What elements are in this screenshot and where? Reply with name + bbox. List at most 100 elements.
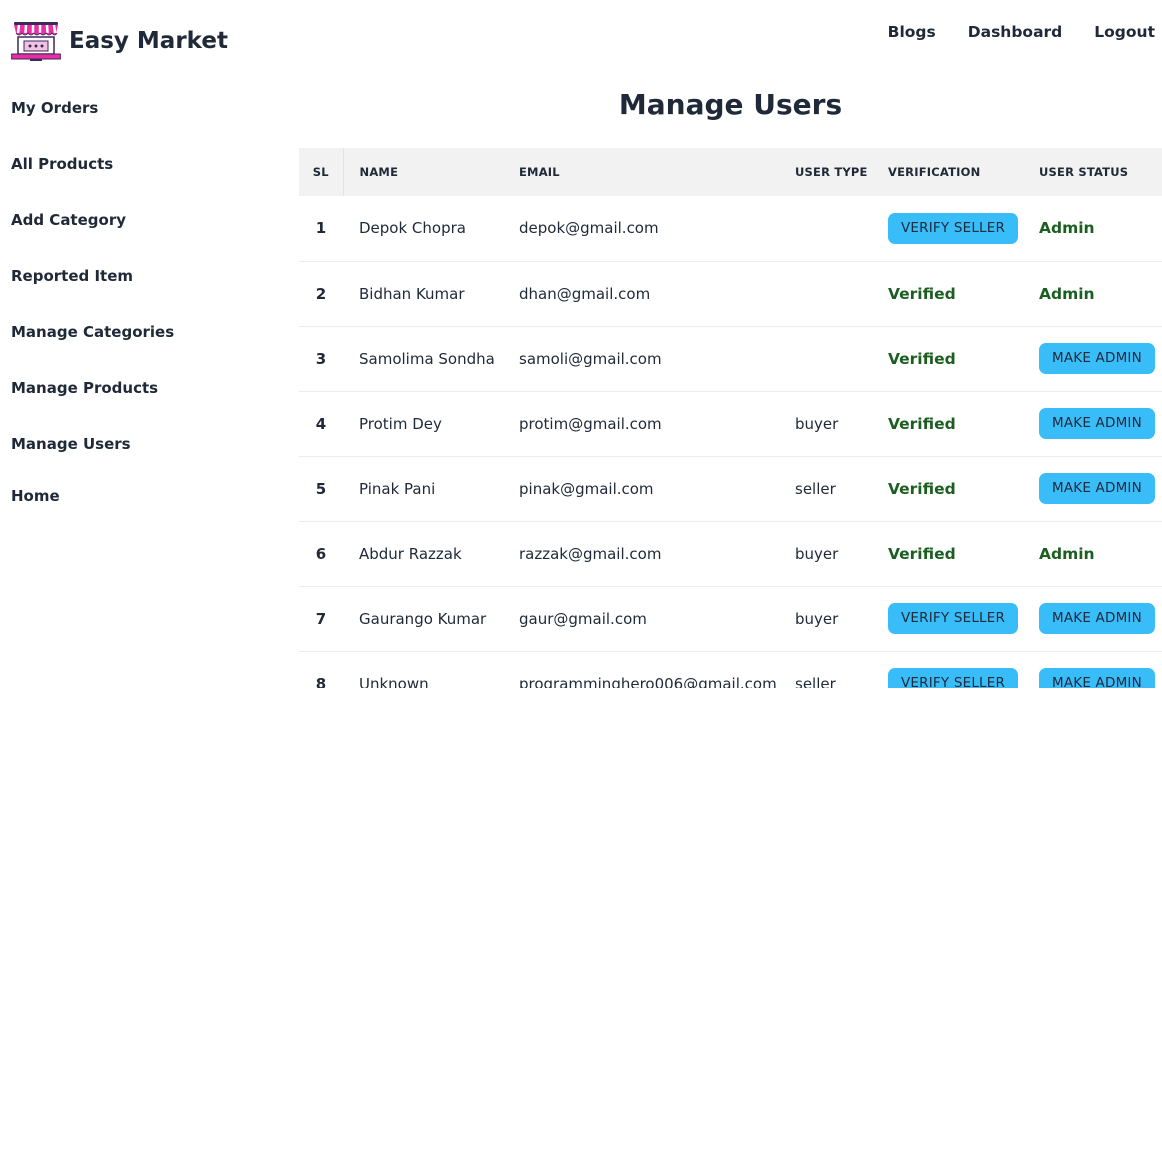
admin-badge: Admin [1039,284,1095,303]
user-name: Abdur Razzak [359,544,462,563]
cell-email: gaur@gmail.com [519,586,795,652]
cell-user-status: MAKE ADMIN [1039,456,1162,522]
sidebar-item-add-category[interactable]: Add Category [11,210,281,266]
row-number: 2 [315,284,327,303]
nav-logout-link[interactable]: Logout [1094,23,1155,41]
verify-seller-button[interactable]: VERIFY SELLER [888,212,1019,244]
sidebar-item-manage-categories[interactable]: Manage Categories [11,322,281,378]
make-admin-button[interactable]: MAKE ADMIN [1039,603,1155,634]
top-nav: Blogs Dashboard Logout [888,23,1155,41]
verified-badge: Verified [888,284,956,303]
cell-user-status: MAKE ADMIN [1039,326,1162,392]
user-email: programminghero006@gmail.com [519,674,777,689]
nav-blogs-link[interactable]: Blogs [888,23,936,41]
table-row: 5 Pinak Pani pinak@gmail.com seller Verified… [299,456,1162,522]
cell-email: programminghero006@gmail.com [519,651,795,688]
cell-name: Bidhan Kumar [343,261,519,327]
brand[interactable]: Easy Market [11,20,228,62]
cell-verification: Verified [888,521,1039,587]
sidebar-item-my-orders[interactable]: My Orders [11,98,281,154]
cell-verification: VERIFY SELLER [888,586,1039,652]
sidebar-item-manage-products[interactable]: Manage Products [11,378,281,434]
column-header-name: NAME [343,148,519,196]
cell-sl: 5 [299,456,343,522]
cell-name: Protim Dey [343,391,519,457]
cell-sl: 3 [299,326,343,392]
cell-email: depok@gmail.com [519,196,795,262]
verified-badge: Verified [888,544,956,563]
cell-sl: 4 [299,391,343,457]
user-type: seller [795,479,836,498]
market-stall-icon [11,22,61,61]
user-email: depok@gmail.com [519,219,659,238]
cell-name: Abdur Razzak [343,521,519,587]
admin-badge: Admin [1039,544,1095,563]
table-body: 1 Depok Chopra depok@gmail.com VERIFY SELLE… [299,196,1162,688]
cell-verification: VERIFY SELLER [888,651,1039,688]
row-number: 4 [315,414,327,433]
sidebar-item-reported-item[interactable]: Reported Item [11,266,281,322]
cell-name: Depok Chopra [343,196,519,262]
cell-user-status: Admin [1039,261,1162,327]
make-admin-button[interactable]: MAKE ADMIN [1039,408,1155,439]
make-admin-button[interactable]: MAKE ADMIN [1039,668,1155,688]
cell-user-type: buyer [795,586,888,652]
user-name: Pinak Pani [359,479,436,498]
cell-verification: Verified [888,326,1039,392]
cell-user-type [795,326,888,392]
cell-user-type [795,196,888,262]
cell-name: Samolima Sondha [343,326,519,392]
cell-user-status: MAKE ADMIN [1039,391,1162,457]
column-header-sl: SL [299,148,344,196]
nav-dashboard-link[interactable]: Dashboard [968,23,1063,41]
user-type: buyer [795,414,839,433]
verify-seller-button[interactable]: VERIFY SELLER [888,668,1019,688]
table-row: 3 Samolima Sondha samoli@gmail.com Verified… [299,326,1162,392]
verified-badge: Verified [888,349,956,368]
user-email: pinak@gmail.com [519,479,654,498]
cell-user-type: buyer [795,521,888,587]
cell-user-type: buyer [795,391,888,457]
cell-user-status: MAKE ADMIN [1039,651,1162,688]
sidebar-item-manage-users[interactable]: Manage Users [11,434,281,486]
sidebar: My Orders All Products Add Category Repo… [11,98,281,506]
sidebar-item-home[interactable]: Home [11,486,281,506]
cell-email: protim@gmail.com [519,391,795,457]
make-admin-button[interactable]: MAKE ADMIN [1039,473,1155,504]
column-header-verification: VERIFICATION [888,148,1039,196]
table-row: 7 Gaurango Kumar gaur@gmail.com buyer VERIFY… [299,586,1162,652]
row-number: 6 [315,544,327,563]
make-admin-button[interactable]: MAKE ADMIN [1039,343,1155,374]
table-row: 1 Depok Chopra depok@gmail.com VERIFY SELLE… [299,196,1162,262]
verified-badge: Verified [888,414,956,433]
row-number: 7 [315,609,327,628]
sidebar-item-all-products[interactable]: All Products [11,154,281,210]
page-title: Manage Users [618,88,843,121]
table-row: 2 Bidhan Kumar dhan@gmail.com Verified Admin [299,261,1162,327]
brand-title: Easy Market [69,28,228,54]
admin-badge: Admin [1039,219,1095,238]
row-number: 5 [315,479,327,498]
user-name: Bidhan Kumar [359,284,465,303]
cell-email: razzak@gmail.com [519,521,795,587]
cell-user-type: seller [795,651,888,688]
users-table-container[interactable]: SL NAME EMAIL USER TYPE VERIFICATION USE… [299,148,1162,688]
verify-seller-button[interactable]: VERIFY SELLER [888,603,1019,634]
cell-verification: Verified [888,391,1039,457]
row-number: 3 [315,349,327,368]
cell-name: Unknown [343,651,519,688]
user-email: dhan@gmail.com [519,284,651,303]
user-email: gaur@gmail.com [519,609,647,628]
cell-sl: 7 [299,586,343,652]
cell-user-type [795,261,888,327]
cell-user-status: Admin [1039,521,1162,587]
verified-badge: Verified [888,479,956,498]
cell-user-status: MAKE ADMIN [1039,586,1162,652]
user-email: razzak@gmail.com [519,544,662,563]
table-row: 4 Protim Dey protim@gmail.com buyer Verified… [299,391,1162,457]
column-header-email: EMAIL [519,148,795,196]
column-header-user-type: USER TYPE [795,148,888,196]
cell-user-type: seller [795,456,888,522]
cell-sl: 2 [299,261,343,327]
cell-sl: 8 [299,651,343,688]
